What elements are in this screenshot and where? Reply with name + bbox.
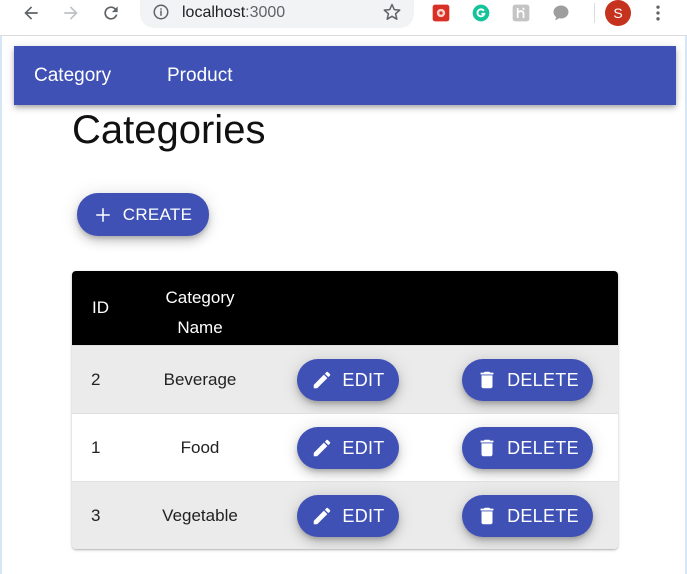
nav-link-product[interactable]: Product [167, 65, 232, 87]
trash-icon [480, 507, 494, 525]
edit-button[interactable]: EDIT [297, 427, 399, 469]
reload-icon [104, 6, 118, 20]
back-icon [24, 6, 38, 20]
edit-button[interactable]: EDIT [297, 495, 399, 537]
cell-id: 2 [91, 370, 101, 389]
address-bar[interactable]: localhost:3000 [140, 0, 414, 28]
edit-button-label: EDIT [342, 369, 385, 390]
edit-button[interactable]: EDIT [297, 359, 399, 401]
column-header-id: ID [92, 298, 109, 317]
table-row: 2 Beverage EDIT DELETE [72, 345, 618, 413]
page-title: Categories [72, 108, 266, 152]
extension-icon[interactable] [431, 3, 451, 23]
back-button[interactable] [16, 0, 46, 26]
window-border-left [0, 36, 2, 574]
reload-button[interactable] [96, 0, 126, 26]
info-icon[interactable] [152, 3, 170, 21]
pencil-icon [314, 507, 331, 525]
nav-link-category[interactable]: Category [34, 65, 111, 87]
cell-id: 1 [91, 438, 101, 457]
categories-table: ID Category Name 2 Beverage EDIT DELETE … [72, 271, 618, 549]
delete-button-label: DELETE [507, 437, 579, 458]
url-host: localhost [182, 4, 246, 21]
plus-icon [96, 207, 110, 222]
delete-button-label: DELETE [507, 369, 579, 390]
trash-icon [480, 371, 494, 389]
pencil-icon [314, 439, 331, 457]
table-row: 1 Food EDIT DELETE [72, 413, 618, 481]
delete-button[interactable]: DELETE [462, 359, 593, 401]
forward-button[interactable] [56, 0, 86, 26]
delete-button[interactable]: DELETE [462, 495, 593, 537]
url-port: :3000 [245, 4, 286, 21]
cell-category-name: Beverage [163, 370, 237, 389]
url-text: localhost:3000 [182, 4, 285, 22]
extension-icon[interactable] [511, 3, 531, 23]
forward-icon [64, 6, 78, 20]
column-header-name-line1: Category [165, 288, 235, 307]
cell-category-name: Food [180, 438, 220, 457]
table-header: ID Category Name [72, 271, 618, 345]
cell-category-name: Vegetable [162, 506, 238, 525]
star-icon[interactable] [382, 2, 402, 22]
browser-toolbar: localhost:3000 S [0, 0, 687, 36]
more-icon[interactable] [648, 3, 668, 23]
create-button-label: CREATE [122, 204, 193, 224]
edit-button-label: EDIT [342, 505, 385, 526]
delete-button[interactable]: DELETE [462, 427, 593, 469]
profile-avatar[interactable]: S [605, 0, 631, 26]
column-header-name-line2: Name [177, 318, 223, 337]
app-bar: Category Product [14, 46, 676, 105]
pencil-icon [314, 371, 331, 389]
edit-button-label: EDIT [342, 437, 385, 458]
delete-button-label: DELETE [507, 505, 579, 526]
grammarly-icon[interactable] [471, 3, 491, 23]
cell-id: 3 [91, 506, 101, 525]
column-header-category-name: Category Name [150, 283, 250, 343]
chat-icon[interactable] [551, 3, 571, 23]
create-button[interactable]: CREATE [77, 193, 209, 236]
trash-icon [480, 439, 494, 457]
table-row: 3 Vegetable EDIT DELETE [72, 481, 618, 549]
toolbar-separator [594, 3, 595, 23]
